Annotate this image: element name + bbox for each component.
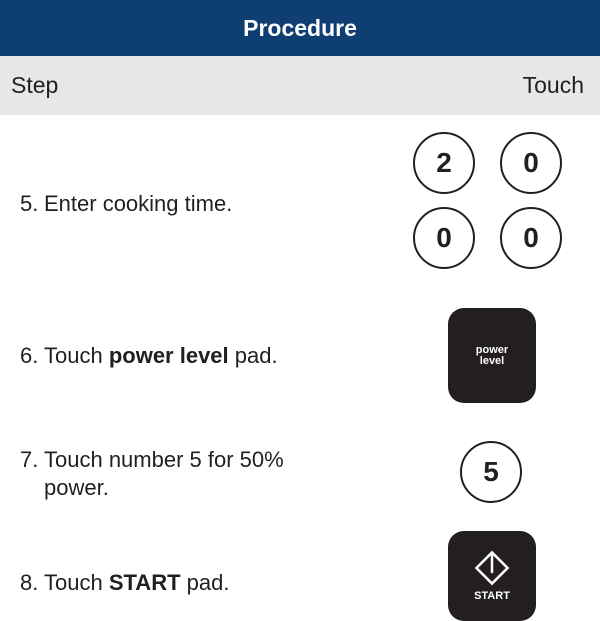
procedure-title: Procedure xyxy=(243,14,357,41)
start-label: START xyxy=(474,590,510,602)
step-column-header: Step xyxy=(11,72,59,98)
digit-key-5[interactable]: 5 xyxy=(460,441,522,503)
start-button[interactable]: START xyxy=(448,531,536,621)
step-8-number: 8. xyxy=(20,570,39,595)
step-6: 6. Touch power level pad. xyxy=(20,342,278,370)
step-5-text: Enter cooking time. xyxy=(44,191,233,216)
digit-key-0[interactable]: 0 xyxy=(413,207,475,269)
step-7-number: 7. xyxy=(20,447,39,472)
step-8: 8. Touch START pad. xyxy=(20,569,229,597)
step-8-bold-text: START xyxy=(108,570,181,595)
step-7-line2: power. xyxy=(44,475,109,500)
procedure-header: Procedure xyxy=(0,0,600,56)
step-5-number: 5. xyxy=(20,191,39,216)
step-6-number: 6. xyxy=(20,343,39,368)
start-diamond-icon xyxy=(474,550,510,586)
step-8-text-after: pad. xyxy=(180,570,230,595)
step-6-text-before: Touch xyxy=(44,343,109,368)
step-8-text-before: Touch xyxy=(44,570,109,595)
step-6-bold-text: power level xyxy=(108,343,229,368)
digit-key-0[interactable]: 0 xyxy=(500,207,562,269)
digit-key-0[interactable]: 0 xyxy=(500,132,562,194)
step-6-text-after: pad. xyxy=(228,343,278,368)
step-5: 5. Enter cooking time. xyxy=(20,190,232,218)
column-header-row: Step Touch xyxy=(0,56,600,115)
step-7-line1: Touch number 5 for 50% xyxy=(44,447,284,472)
touch-column-header: Touch xyxy=(522,72,584,98)
power-level-button[interactable]: power level xyxy=(448,308,536,403)
power-level-label: power level xyxy=(475,343,509,367)
digit-key-2[interactable]: 2 xyxy=(413,132,475,194)
step-7: 7. Touch number 5 for 50% power. xyxy=(20,446,284,502)
